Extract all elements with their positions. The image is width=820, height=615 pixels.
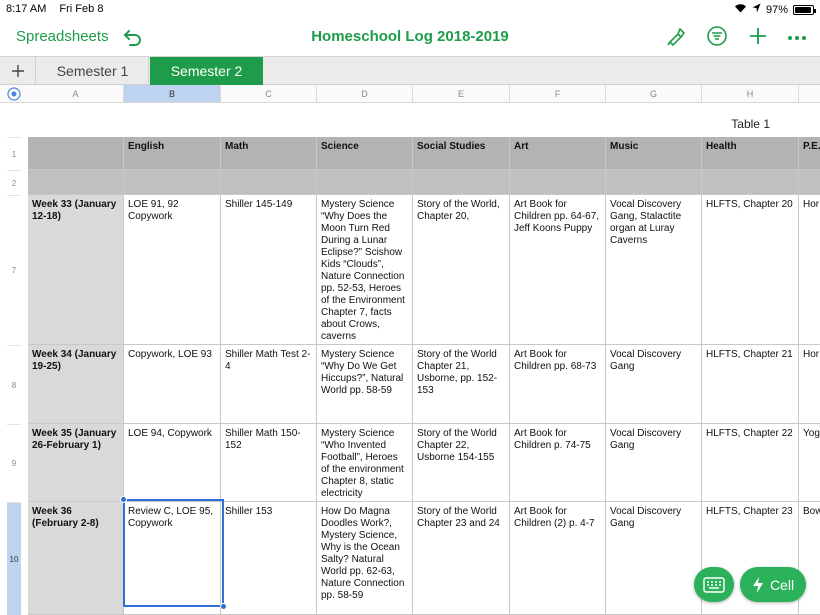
keyboard-button[interactable] [694,567,734,602]
header-cell-blank[interactable] [221,170,317,195]
keyboard-icon [703,576,725,593]
table-cell[interactable]: Vocal Discovery Gang [606,424,702,502]
lightning-icon [752,576,763,593]
header-cell[interactable]: Social Studies [413,137,510,170]
table-cell[interactable]: LOE 91, 92 Copywork [124,195,221,345]
header-cell[interactable] [28,137,124,170]
header-cell[interactable]: English [124,137,221,170]
table-cell[interactable]: How Do Magna Doodles Work?, Mystery Scie… [317,502,413,615]
table-cell[interactable]: Review C, LOE 95, Copywork [124,502,221,615]
table-cell[interactable]: Mystery Science “Who Invented Football”,… [317,424,413,502]
table-cell[interactable]: HLFTS, Chapter 21 [702,345,799,424]
header-cell-blank[interactable] [317,170,413,195]
table-cell[interactable]: Story of the World Chapter 21, Usborne, … [413,345,510,424]
table-cell[interactable]: Shiller Math Test 2-4 [221,345,317,424]
table-cell[interactable]: Vocal Discovery Gang [606,345,702,424]
row-header-cell[interactable]: Week 33 (January 12-18) [28,195,124,345]
header-cell-blank[interactable] [413,170,510,195]
row-header-cell[interactable]: Week 36 (February 2-8) [28,502,124,615]
table-cell[interactable]: LOE 94, Copywork [124,424,221,502]
header-cell[interactable]: Science [317,137,413,170]
header-cell[interactable]: Health [702,137,799,170]
table-cell[interactable]: Story of the World Chapter 22, Usborne 1… [413,424,510,502]
header-cell[interactable]: Math [221,137,317,170]
spreadsheet-table: English Math Science Social Studies Art Music… [0,0,820,615]
cell-button[interactable]: Cell [740,567,806,602]
header-cell-blank[interactable] [28,170,124,195]
table-cell[interactable]: Art Book for Children pp. 64-67, Jeff Ko… [510,195,606,345]
table-cell[interactable]: Hor [799,195,820,345]
header-cell[interactable]: P.E. [799,137,820,170]
header-cell[interactable]: Art [510,137,606,170]
row-header-cell[interactable]: Week 34 (January 19-25) [28,345,124,424]
header-cell-blank[interactable] [799,170,820,195]
header-cell-blank[interactable] [702,170,799,195]
table-cell[interactable]: Yog [799,424,820,502]
table-cell[interactable]: Story of the World Chapter 23 and 24 [413,502,510,615]
table-cell[interactable]: Vocal Discovery Gang, Stalactite organ a… [606,195,702,345]
header-cell-blank[interactable] [606,170,702,195]
header-cell[interactable]: Music [606,137,702,170]
table-cell[interactable]: HLFTS, Chapter 20 [702,195,799,345]
table-cell[interactable]: Vocal Discovery Gang [606,502,702,615]
cell-button-label: Cell [769,576,795,593]
table-cell[interactable]: Art Book for Children (2) p. 4-7 [510,502,606,615]
table-cell[interactable]: HLFTS, Chapter 22 [702,424,799,502]
table-cell[interactable]: Hor [799,345,820,424]
table-cell[interactable]: Mystery Science “Why Does the Moon Turn … [317,195,413,345]
row-header-cell[interactable]: Week 35 (January 26-February 1) [28,424,124,502]
table-cell[interactable]: Copywork, LOE 93 [124,345,221,424]
table-cell[interactable]: Art Book for Children pp. 68-73 [510,345,606,424]
table-cell[interactable]: Mystery Science “Why Do We Get Hiccups?”… [317,345,413,424]
header-cell-blank[interactable] [124,170,221,195]
table-cell[interactable]: Shiller 153 [221,502,317,615]
table-cell[interactable]: Shiller Math 150-152 [221,424,317,502]
table-cell[interactable]: Art Book for Children p. 74-75 [510,424,606,502]
table-cell[interactable]: Shiller 145-149 [221,195,317,345]
table-cell[interactable]: Bow [799,502,820,615]
header-cell-blank[interactable] [510,170,606,195]
table-cell[interactable]: Story of the World, Chapter 20, [413,195,510,345]
